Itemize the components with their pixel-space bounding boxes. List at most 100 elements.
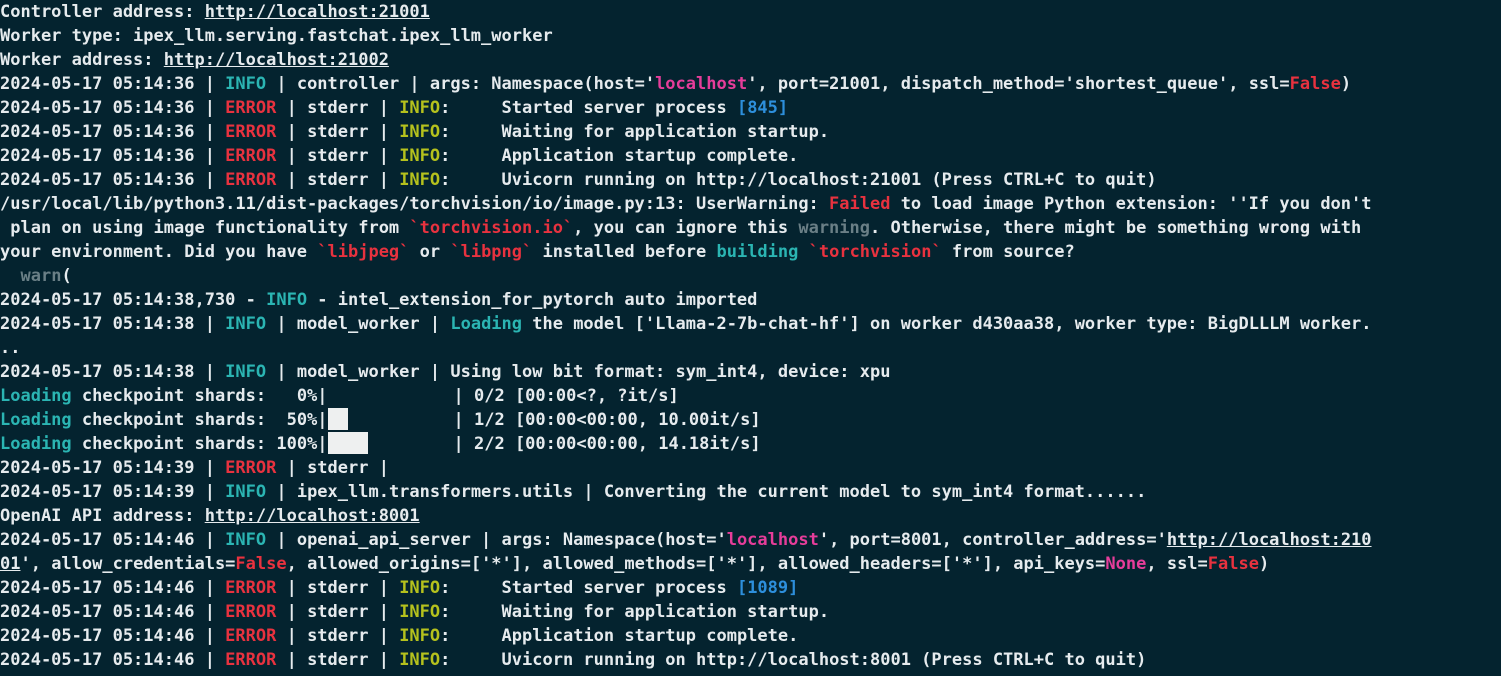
log-text: localhost — [655, 74, 748, 94]
log-text: /usr/local/lib/python3.11/dist-packages/… — [0, 194, 830, 214]
log-text: ERROR — [225, 602, 277, 622]
terminal-line: 2024-05-17 05:14:39 | ERROR | stderr | — [0, 456, 1501, 480]
progress-bar — [327, 432, 454, 454]
log-text: | stderr | — [276, 458, 389, 478]
progress-bar-fill — [327, 408, 348, 430]
log-text: . Otherwise, there might be something wr… — [870, 218, 1362, 238]
log-text: | 2/2 [00:00<00:00, 14.18it/s] — [453, 434, 761, 454]
log-text: [1089] — [736, 578, 799, 598]
log-text: INFO — [399, 650, 441, 670]
log-text: INFO — [225, 74, 267, 94]
log-text: OpenAI API address: — [0, 506, 205, 526]
log-text: Loading — [450, 314, 523, 334]
log-text: : Uvicorn running on http://localhost:21… — [440, 170, 1157, 190]
progress-bar-fill — [327, 432, 368, 454]
log-text: False — [235, 554, 287, 574]
log-text: Failed — [829, 194, 891, 214]
log-text: 2024-05-17 05:14:36 | — [0, 170, 226, 190]
terminal-line: 2024-05-17 05:14:46 | ERROR | stderr | I… — [0, 576, 1501, 600]
log-text: 2024-05-17 05:14:38 | — [0, 362, 226, 382]
terminal-line: 2024-05-17 05:14:38 | INFO | model_worke… — [0, 360, 1501, 384]
log-text: `torchvision.io` — [409, 218, 574, 238]
log-text: 2024-05-17 05:14:36 | — [0, 122, 226, 142]
log-text: | 1/2 [00:00<00:00, 10.00it/s] — [453, 410, 761, 430]
log-text: ', allow_credentials= — [20, 554, 236, 574]
terminal-line: Controller address: http://localhost:210… — [0, 0, 1501, 24]
log-text: - intel_extension_for_pytorch auto impor… — [307, 290, 758, 310]
log-text: INFO — [225, 362, 267, 382]
log-text: 2024-05-17 05:14:46 | — [0, 578, 226, 598]
log-text: INFO — [399, 98, 441, 118]
log-text: | stderr | — [276, 626, 400, 646]
terminal-line: 2024-05-17 05:14:46 | ERROR | stderr | I… — [0, 624, 1501, 648]
log-text: INFO — [225, 530, 267, 550]
log-text: : Waiting for application startup. — [440, 122, 830, 142]
log-text: Loading — [0, 386, 72, 406]
log-text: | stderr | — [276, 650, 400, 670]
terminal-output[interactable]: Controller address: http://localhost:210… — [0, 0, 1501, 676]
log-text: ) — [1258, 554, 1270, 574]
log-text: ( — [61, 266, 72, 286]
log-text: | stderr | — [276, 122, 400, 142]
log-text: : Uvicorn running on http://localhost:80… — [440, 650, 1147, 670]
log-text: localhost — [726, 530, 819, 550]
log-text: : Application startup complete. — [440, 146, 799, 166]
log-text: , ssl= — [1146, 554, 1208, 574]
terminal-line: /usr/local/lib/python3.11/dist-packages/… — [0, 192, 1501, 216]
log-text: None — [1105, 554, 1147, 574]
terminal-line: 2024-05-17 05:14:39 | INFO | ipex_llm.tr… — [0, 480, 1501, 504]
terminal-line: 2024-05-17 05:14:46 | INFO | openai_api_… — [0, 528, 1501, 552]
log-text: | openai_api_server | args: Namespace(ho… — [266, 530, 727, 550]
log-text: | model_worker | Using low bit format: s… — [266, 362, 891, 382]
log-text: 2024-05-17 05:14:36 | — [0, 98, 226, 118]
url-link[interactable]: http://localhost:8001 — [205, 506, 420, 526]
log-text: | stderr | — [276, 578, 400, 598]
progress-bar-empty — [348, 408, 454, 430]
progress-bar-empty — [368, 432, 454, 454]
log-text: 2024-05-17 05:14:39 | — [0, 458, 226, 478]
log-text: from source? — [941, 242, 1075, 262]
terminal-line: Loading checkpoint shards: 0%| | 0/2 [00:… — [0, 384, 1501, 408]
log-text: Worker type: ipex_llm.serving.fastchat.i… — [0, 26, 553, 46]
terminal-line: 2024-05-17 05:14:36 | ERROR | stderr | I… — [0, 120, 1501, 144]
log-text: ERROR — [225, 122, 277, 142]
log-text: ERROR — [225, 650, 277, 670]
url-link[interactable]: 01 — [0, 554, 20, 574]
terminal-line: 2024-05-17 05:14:38 | INFO | model_worke… — [0, 312, 1501, 336]
log-text: building — [716, 242, 799, 262]
terminal-line: 2024-05-17 05:14:36 | ERROR | stderr | I… — [0, 144, 1501, 168]
log-text: ', port=21001, dispatch_method='shortest… — [747, 74, 1290, 94]
terminal-line: 2024-05-17 05:14:46 | ERROR | stderr | I… — [0, 600, 1501, 624]
log-text: : Application startup complete. — [440, 626, 799, 646]
log-text: ERROR — [225, 170, 277, 190]
log-text: ERROR — [225, 98, 277, 118]
log-text: : Started server process — [440, 98, 737, 118]
log-text: or — [409, 242, 451, 262]
log-text: | controller | args: Namespace(host=' — [266, 74, 656, 94]
log-text: Controller address: — [0, 2, 205, 22]
terminal-line: OpenAI API address: http://localhost:800… — [0, 504, 1501, 528]
log-text: your environment. Did you have — [0, 242, 318, 262]
log-text: Worker address: — [0, 50, 164, 70]
log-text: ', port=8001, controller_address=' — [818, 530, 1167, 550]
log-text: installed before — [532, 242, 717, 262]
log-text: 2024-05-17 05:14:46 | — [0, 530, 226, 550]
url-link[interactable]: http://localhost:21001 — [205, 2, 430, 22]
log-text: , allowed_origins=['*'], allowed_methods… — [286, 554, 1106, 574]
log-text: 2024-05-17 05:14:36 | — [0, 74, 226, 94]
log-text: Loading — [0, 410, 72, 430]
log-text: | 0/2 [00:00<?, ?it/s] — [453, 386, 679, 406]
log-text: 2024-05-17 05:14:38 | — [0, 314, 226, 334]
log-text: | stderr | — [276, 98, 400, 118]
log-text: `libpng` — [450, 242, 533, 262]
log-text: 2024-05-17 05:14:38,730 - — [0, 290, 267, 310]
log-text: 2024-05-17 05:14:39 | — [0, 482, 226, 502]
log-text: warning — [798, 218, 870, 238]
terminal-line: 2024-05-17 05:14:36 | ERROR | stderr | I… — [0, 168, 1501, 192]
url-link[interactable]: http://localhost:21002 — [164, 50, 389, 70]
url-link[interactable]: http://localhost:210 — [1167, 530, 1372, 550]
terminal-line: Worker type: ipex_llm.serving.fastchat.i… — [0, 24, 1501, 48]
log-text: False — [1289, 74, 1341, 94]
log-text: INFO — [225, 482, 267, 502]
